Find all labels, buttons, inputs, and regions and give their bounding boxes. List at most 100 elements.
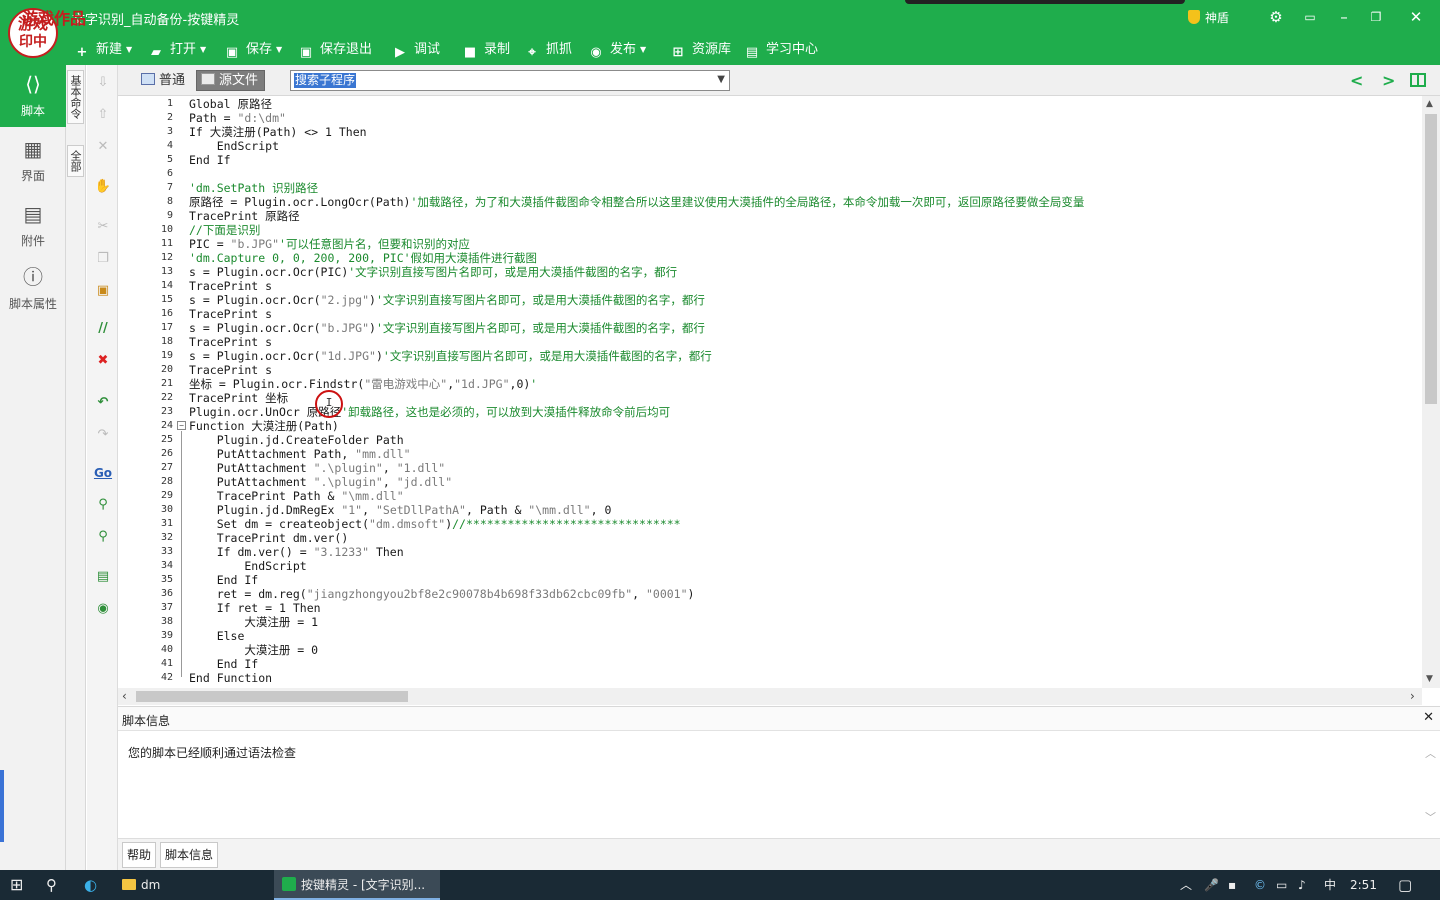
goto-icon[interactable]: Go [93, 463, 113, 483]
line-number: 16 [160, 308, 173, 319]
line-number: 26 [160, 448, 173, 459]
hand-icon[interactable]: ✋ [93, 177, 113, 197]
microphone-icon[interactable]: 🎤 [1204, 870, 1219, 900]
layout-view-icon[interactable] [1410, 73, 1426, 87]
save-label: 保存 [246, 42, 273, 57]
comment-icon[interactable]: // [93, 319, 113, 339]
forward-arrow-icon[interactable]: > [1382, 71, 1395, 90]
list-icon[interactable]: ▤ [93, 567, 113, 587]
line-number: 29 [160, 490, 173, 501]
scroll-up-icon[interactable]: ▲ [1426, 99, 1433, 109]
tray-app-icon[interactable]: ▪ [1228, 870, 1236, 900]
nav-item-script[interactable]: ⟨⟩ 脚本 [0, 70, 66, 119]
code-line: Else [189, 629, 245, 643]
code-line: If dm.ver() = "3.1233" Then [189, 545, 404, 559]
record-button[interactable]: ■ 录制 [462, 40, 510, 60]
tray-chevron-icon[interactable]: ︿ [1180, 870, 1192, 900]
debug-button[interactable]: ▶ 调试 [392, 40, 440, 60]
search-icon[interactable]: ⚲ [46, 870, 57, 900]
horizontal-scrollbar[interactable]: ‹ › [118, 688, 1422, 705]
eye-icon[interactable]: ◉ [93, 599, 113, 619]
resources-button[interactable]: ⊞ 资源库 [670, 40, 731, 60]
windows-start-icon[interactable]: ⊞ [10, 870, 23, 900]
learn-button[interactable]: ▤ 学习中心 [744, 40, 818, 60]
edge-browser-icon[interactable]: ◐ [84, 870, 97, 900]
code-editor[interactable]: 1 2 3 4 5 6 7 8 9 10 11 12 13 14 15 16 17 18 19 20 21 22 23 24 2… [118, 96, 1422, 688]
new-button[interactable]: + 新建 ▼ [74, 40, 133, 60]
nav-label: 脚本属性 [8, 297, 57, 311]
close-icon[interactable]: ✕ [1404, 6, 1428, 28]
tab-normal[interactable]: 普通 [136, 70, 192, 91]
minimize-icon[interactable]: – [1332, 6, 1356, 28]
fold-toggle[interactable]: − [177, 421, 186, 430]
nav-item-attachment[interactable]: ▤ 附件 [0, 200, 66, 249]
chevron-down-icon: ▼ [126, 45, 133, 54]
procedure-search-select[interactable]: 搜索子程序 ▼ [290, 70, 730, 91]
redo-icon[interactable]: ↷ [93, 425, 113, 445]
close-icon[interactable]: ✕ [1423, 710, 1434, 725]
code-line: PutAttachment ".\plugin", "1.dll" [189, 461, 446, 475]
horizontal-scroll-thumb[interactable] [136, 691, 408, 702]
shield-button[interactable]: 神盾 [1188, 9, 1229, 26]
clock[interactable]: 2:51 [1350, 870, 1377, 900]
undo-icon[interactable]: ↶ [93, 393, 113, 413]
restore-box-icon[interactable]: ▭ [1298, 6, 1322, 28]
scroll-down-icon[interactable]: ﹀ [1425, 809, 1436, 825]
move-down-icon[interactable]: ⇩ [93, 73, 113, 93]
find-icon[interactable]: ⚲ [93, 495, 113, 515]
network-icon[interactable]: ▭ [1276, 870, 1287, 900]
code-line: EndScript [189, 139, 280, 153]
info-icon: ⓘ [23, 265, 43, 289]
replace-icon[interactable]: ⚲ [93, 527, 113, 547]
code-line: 'dm.SetPath 识别路径 [189, 181, 319, 195]
copy-icon[interactable]: ❐ [93, 249, 113, 269]
save-button[interactable]: ▣ 保存 ▼ [224, 40, 282, 60]
uncomment-icon[interactable]: ✖ [93, 351, 113, 371]
gear-icon[interactable]: ⚙ [1264, 6, 1288, 28]
back-arrow-icon[interactable]: < [1350, 71, 1363, 90]
move-up-icon[interactable]: ⇧ [93, 105, 113, 125]
ime-indicator[interactable]: 中 [1324, 870, 1336, 900]
command-side-tabs: 基本命令 全部 [66, 65, 86, 870]
line-number: 15 [160, 294, 173, 305]
save-exit-button[interactable]: ▣ 保存退出 [298, 40, 372, 60]
scroll-down-icon[interactable]: ▼ [1426, 674, 1433, 684]
code-line: End If [189, 657, 259, 671]
capture-button[interactable]: ⌖ 抓抓 [524, 40, 572, 60]
info-panel-header: 脚本信息 ✕ [118, 707, 1440, 731]
tab-basic-commands[interactable]: 基本命令 [67, 70, 84, 124]
scroll-up-icon[interactable]: ︿ [1425, 745, 1436, 761]
volume-icon[interactable]: ♪ [1298, 870, 1306, 900]
tab-help[interactable]: 帮助 [122, 842, 157, 868]
tab-source[interactable]: 源文件 [196, 70, 266, 91]
vertical-scroll-thumb[interactable] [1425, 114, 1437, 404]
notification-icon[interactable]: ▢ [1398, 870, 1412, 900]
nav-item-properties[interactable]: ⓘ 脚本属性 [0, 263, 66, 312]
code-line: EndScript [189, 559, 307, 573]
code-line: 原路径 = Plugin.ocr.LongOcr(Path)'加载路径，为了和大… [189, 195, 1085, 209]
main-toolbar: + 新建 ▼ ▰ 打开 ▼ ▣ 保存 ▼ ▣ 保存退出 ▶ 调试 ■ 录制 ⌖ 抓抓 ◉ 发布 ▼ ⊞ 资… [0, 34, 1440, 65]
tab-all[interactable]: 全部 [67, 145, 84, 177]
paste-icon[interactable]: ▣ [93, 281, 113, 301]
line-number: 27 [160, 462, 173, 473]
tray-c-icon[interactable]: © [1254, 870, 1266, 900]
taskbar-folder-dm[interactable]: dm [122, 870, 160, 900]
code-line: s = Plugin.ocr.Ocr("1d.JPG")'文字识别直接写图片名即… [189, 349, 712, 363]
taskbar-app-button[interactable]: 按键精灵 - [文字识别... [274, 870, 440, 900]
open-button[interactable]: ▰ 打开 ▼ [148, 40, 206, 60]
book-icon: ▤ [745, 45, 759, 60]
scroll-right-icon[interactable]: › [1410, 689, 1415, 703]
vertical-scrollbar[interactable]: ▲ ▼ [1422, 96, 1440, 688]
cut-icon[interactable]: ✂ [93, 217, 113, 237]
save-exit-label: 保存退出 [320, 42, 373, 57]
delete-icon[interactable]: ✕ [93, 137, 113, 157]
tab-script-info[interactable]: 脚本信息 [160, 842, 219, 868]
code-line: 'dm.Capture 0, 0, 200, 200, PIC'假如用大漠插件进… [189, 251, 538, 265]
nav-item-ui[interactable]: ▦ 界面 [0, 135, 66, 184]
camera-icon: ■ [463, 45, 477, 60]
line-number: 23 [160, 406, 173, 417]
maximize-icon[interactable]: ❐ [1364, 6, 1388, 28]
publish-button[interactable]: ◉ 发布 ▼ [588, 40, 646, 60]
scroll-left-icon[interactable]: ‹ [122, 689, 127, 703]
code-line: TracePrint 原路径 [189, 209, 300, 223]
